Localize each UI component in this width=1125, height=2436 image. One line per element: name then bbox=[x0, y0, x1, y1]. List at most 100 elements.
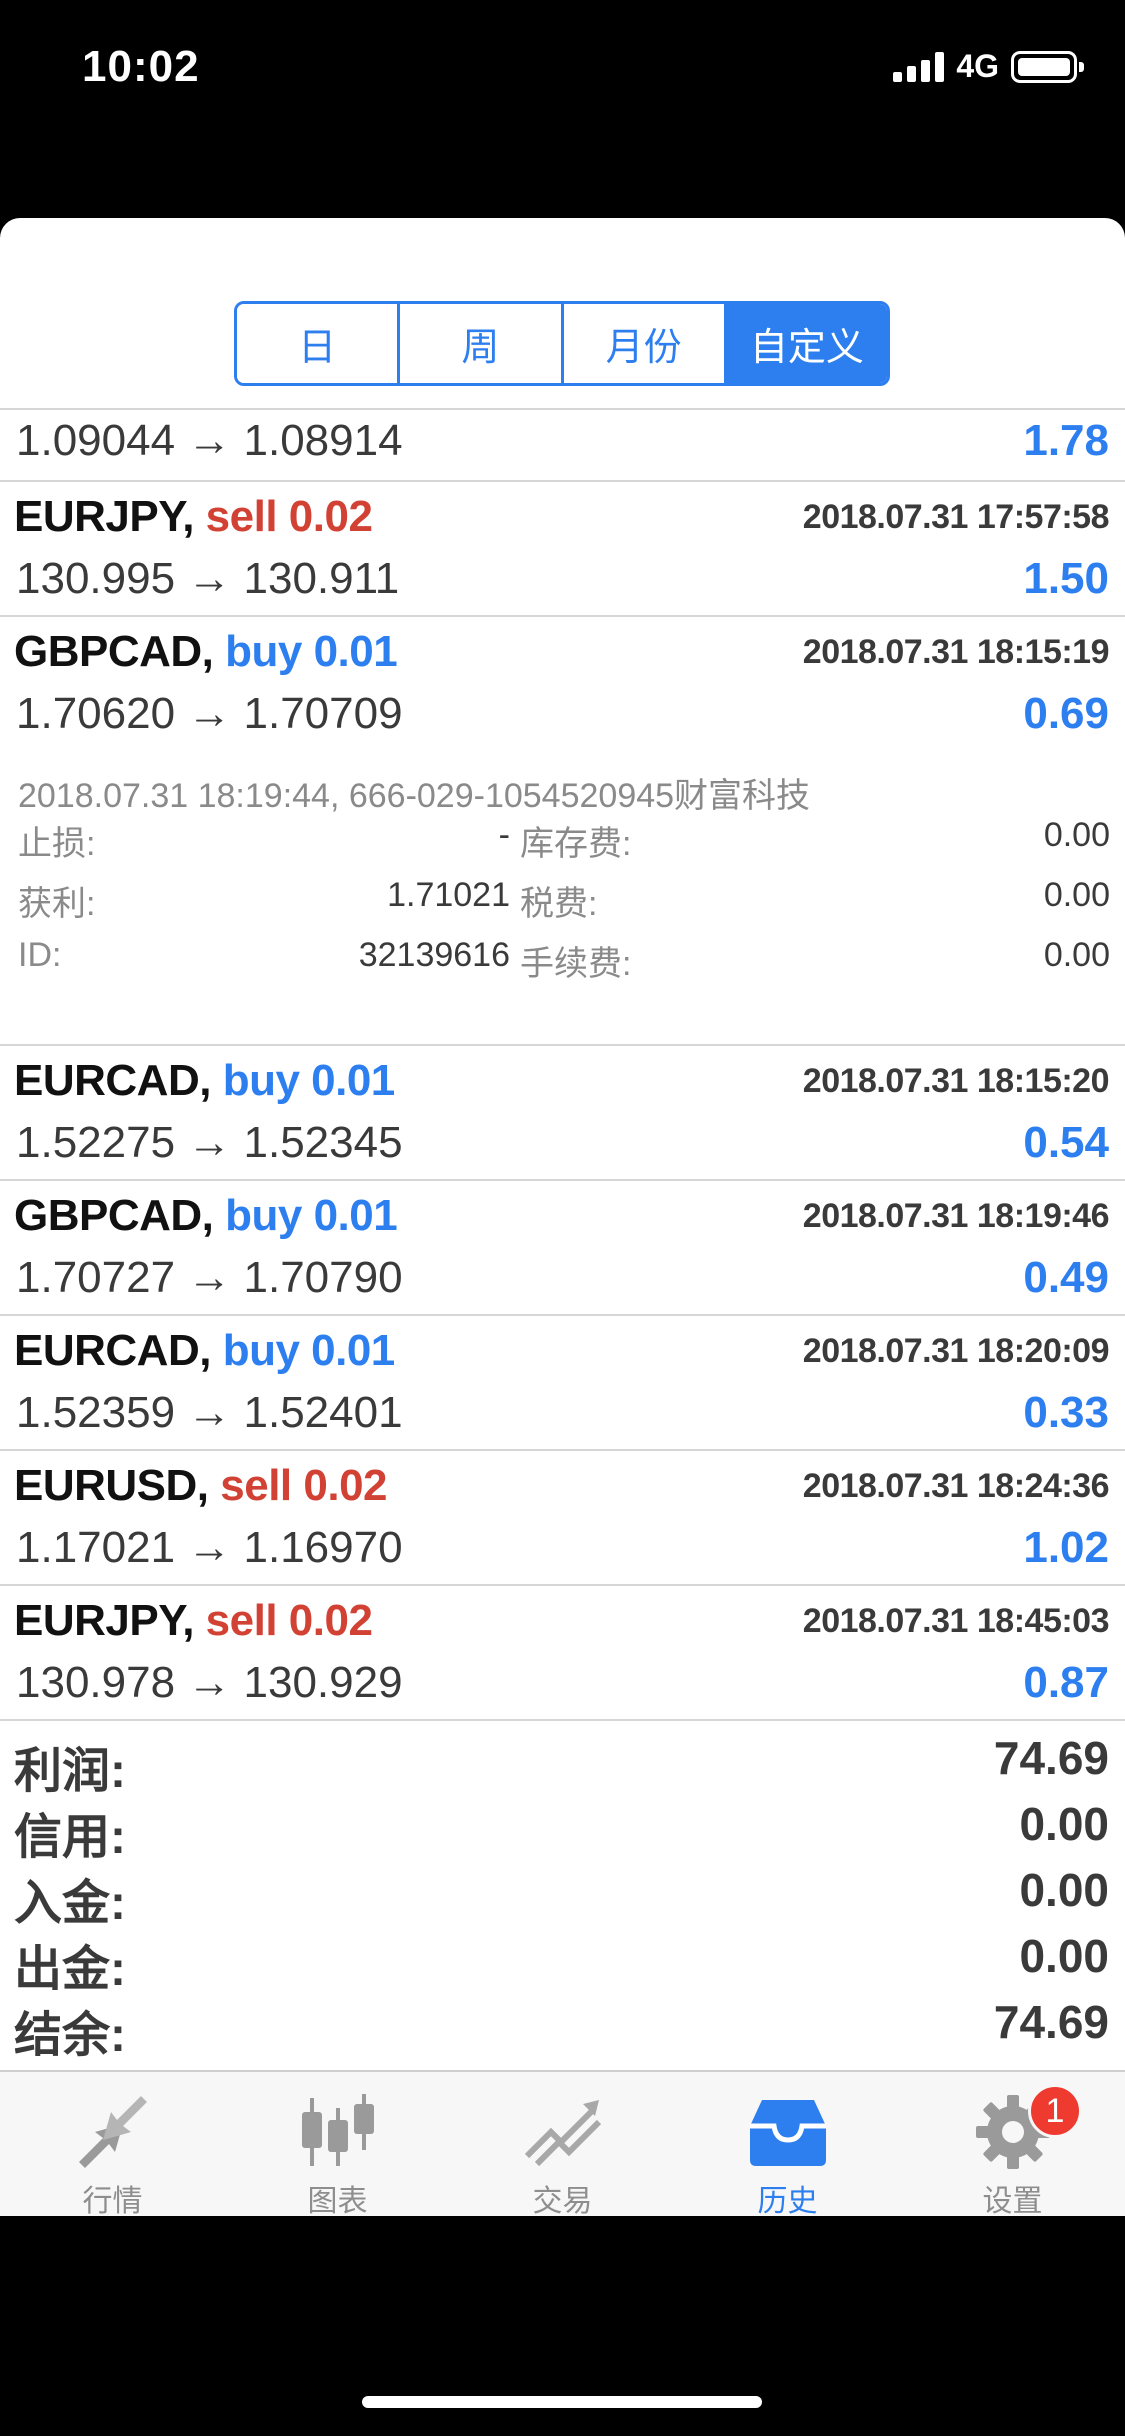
list-item[interactable]: EURCAD, buy 0.01 2018.07.31 18:20:09 1.5… bbox=[0, 1316, 1125, 1449]
trade-chart-icon bbox=[518, 2092, 608, 2172]
stop-loss-value: - bbox=[498, 816, 510, 854]
summary-value: 74.69 bbox=[993, 1732, 1109, 1784]
list-item[interactable]: EURUSD, sell 0.02 2018.07.31 18:24:36 1.… bbox=[0, 1451, 1125, 1584]
network-type: 4G bbox=[956, 48, 999, 84]
tab-label: 图表 bbox=[307, 2185, 368, 2216]
battery-icon bbox=[1011, 50, 1084, 83]
tab-settings[interactable]: 1 设置 bbox=[900, 2072, 1125, 2216]
list-item[interactable]: 1.09044 → 1.08914 1.78 bbox=[0, 410, 1125, 480]
tab-label: 行情 bbox=[82, 2185, 143, 2216]
tab-quotes[interactable]: 行情 bbox=[0, 2072, 225, 2216]
status-indicators: 4G bbox=[893, 48, 1084, 85]
summary-value: 0.00 bbox=[1019, 1930, 1109, 1982]
deal-profit: 0.69 bbox=[1023, 689, 1109, 738]
summary-label: 结余: bbox=[14, 2009, 126, 2062]
details-header: 2018.07.31 18:19:44, 666-029-1054520945财… bbox=[18, 777, 811, 815]
deal-symbol-line: EURCAD, buy 0.01 bbox=[14, 1056, 395, 1106]
list-item[interactable]: EURJPY, sell 0.02 2018.07.31 17:57:58 13… bbox=[0, 482, 1125, 615]
deal-profit: 1.02 bbox=[1023, 1523, 1109, 1572]
list-item[interactable]: EURJPY, sell 0.02 2018.07.31 18:45:03 13… bbox=[0, 1586, 1125, 1719]
list-item-expanded[interactable]: GBPCAD, buy 0.01 2018.07.31 18:15:19 1.7… bbox=[0, 617, 1125, 750]
deal-profit: 0.54 bbox=[1023, 1118, 1109, 1167]
notification-badge: 1 bbox=[1028, 2084, 1082, 2138]
deal-profit: 0.33 bbox=[1023, 1388, 1109, 1437]
list-item[interactable]: EURCAD, buy 0.01 2018.07.31 18:15:20 1.5… bbox=[0, 1046, 1125, 1179]
history-sheet: 日 周 月份 自定义 1.09044 → 1.08914 1.78 EURJPY… bbox=[0, 218, 1125, 2216]
summary-label: 出金: bbox=[14, 1943, 126, 1996]
deal-profit: 1.50 bbox=[1023, 554, 1109, 603]
tab-label: 交易 bbox=[532, 2185, 593, 2216]
deal-list: 1.09044 → 1.08914 1.78 EURJPY, sell 0.02… bbox=[0, 408, 1125, 2062]
signal-icon bbox=[893, 51, 945, 82]
deal-symbol: EURUSD, bbox=[14, 1461, 209, 1510]
deal-symbol-line: GBPCAD, buy 0.01 bbox=[14, 1191, 398, 1241]
deal-price: 1.52275 → 1.52345 bbox=[16, 1118, 403, 1167]
tab-history[interactable]: 历史 bbox=[675, 2072, 900, 2216]
deal-side: buy 0.01 bbox=[225, 1191, 398, 1240]
tab-bar: 行情 图表 交易 历史 1 设置 bbox=[0, 2070, 1125, 2216]
deal-side: sell 0.02 bbox=[205, 492, 373, 541]
deal-profit: 0.87 bbox=[1023, 1658, 1109, 1707]
summary-value: 0.00 bbox=[1019, 1798, 1109, 1850]
tab-trade[interactable]: 交易 bbox=[450, 2072, 675, 2216]
deal-price: 1.09044 → 1.08914 bbox=[16, 416, 403, 465]
deal-profit: 1.78 bbox=[1023, 416, 1109, 465]
period-tab-week[interactable]: 周 bbox=[400, 304, 564, 383]
account-summary: 利润: 74.69 信用: 0.00 入金: 0.00 出金: 0.00 结余:… bbox=[0, 1721, 1125, 2062]
deal-symbol-line: GBPCAD, buy 0.01 bbox=[14, 627, 398, 677]
deal-symbol: EURJPY, bbox=[14, 1596, 194, 1645]
deal-symbol: GBPCAD, bbox=[14, 1191, 214, 1240]
summary-label: 利润: bbox=[14, 1745, 126, 1798]
deal-price: 1.70727 → 1.70790 bbox=[16, 1253, 403, 1302]
tax-label: 税费: bbox=[520, 885, 598, 923]
deal-side: buy 0.01 bbox=[225, 627, 398, 676]
period-tab-custom[interactable]: 自定义 bbox=[726, 304, 887, 383]
summary-row-deposit: 入金: 0.00 bbox=[0, 1863, 1125, 1930]
deal-symbol: EURCAD, bbox=[14, 1056, 211, 1105]
period-tab-month[interactable]: 月份 bbox=[563, 304, 727, 383]
summary-value: 0.00 bbox=[1019, 1864, 1109, 1916]
list-item[interactable]: GBPCAD, buy 0.01 2018.07.31 18:19:46 1.7… bbox=[0, 1181, 1125, 1314]
deal-side: sell 0.02 bbox=[220, 1461, 388, 1510]
deal-price: 130.978 → 130.929 bbox=[16, 1658, 403, 1707]
take-profit-value: 1.71021 bbox=[387, 876, 510, 914]
deal-time: 2018.07.31 17:57:58 bbox=[802, 498, 1110, 536]
period-tab-day[interactable]: 日 bbox=[237, 304, 401, 383]
deal-side: buy 0.01 bbox=[222, 1056, 396, 1105]
tab-label: 历史 bbox=[757, 2185, 818, 2216]
deal-symbol: GBPCAD, bbox=[14, 627, 214, 676]
id-label: ID: bbox=[18, 936, 62, 974]
take-profit-label: 获利: bbox=[18, 885, 96, 923]
deal-details: 2018.07.31 18:19:44, 666-029-1054520945财… bbox=[0, 750, 1125, 1044]
summary-row-balance: 结余: 74.69 bbox=[0, 1995, 1125, 2062]
deal-profit: 0.49 bbox=[1023, 1253, 1109, 1302]
details-row: 获利: 1.71021 税费: 0.00 bbox=[18, 876, 1110, 926]
deal-symbol-line: EURJPY, sell 0.02 bbox=[14, 492, 373, 542]
summary-row-withdrawal: 出金: 0.00 bbox=[0, 1929, 1125, 1996]
deal-price: 1.52359 → 1.52401 bbox=[16, 1388, 403, 1437]
home-indicator[interactable] bbox=[362, 2396, 762, 2408]
deal-price: 1.70620 → 1.70709 bbox=[16, 689, 403, 738]
history-inbox-icon bbox=[743, 2092, 833, 2172]
deal-side: sell 0.02 bbox=[205, 1596, 373, 1645]
swap-label: 库存费: bbox=[520, 825, 632, 863]
status-time: 10:02 bbox=[82, 42, 200, 91]
status-bar: 10:02 4G bbox=[0, 0, 1125, 140]
deal-time: 2018.07.31 18:15:20 bbox=[802, 1062, 1110, 1100]
deal-symbol-line: EURCAD, buy 0.01 bbox=[14, 1326, 395, 1376]
details-row: ID: 32139616 手续费: 0.00 bbox=[18, 936, 1110, 986]
swap-value: 0.00 bbox=[1043, 816, 1110, 854]
deal-time: 2018.07.31 18:20:09 bbox=[802, 1332, 1110, 1370]
deal-time: 2018.07.31 18:24:36 bbox=[802, 1467, 1110, 1505]
commission-value: 0.00 bbox=[1043, 936, 1110, 974]
summary-label: 信用: bbox=[14, 1811, 126, 1864]
details-row: 止损: - 库存费: 0.00 bbox=[18, 816, 1110, 866]
tab-chart[interactable]: 图表 bbox=[225, 2072, 450, 2216]
deal-symbol: EURJPY, bbox=[14, 492, 194, 541]
quotes-arrows-icon bbox=[68, 2092, 158, 2172]
deal-price: 130.995 → 130.911 bbox=[16, 554, 400, 603]
summary-row-credit: 信用: 0.00 bbox=[0, 1797, 1125, 1864]
deal-symbol-line: EURUSD, sell 0.02 bbox=[14, 1461, 388, 1511]
deal-symbol-line: EURJPY, sell 0.02 bbox=[14, 1596, 373, 1646]
summary-row-profit: 利润: 74.69 bbox=[0, 1731, 1125, 1798]
